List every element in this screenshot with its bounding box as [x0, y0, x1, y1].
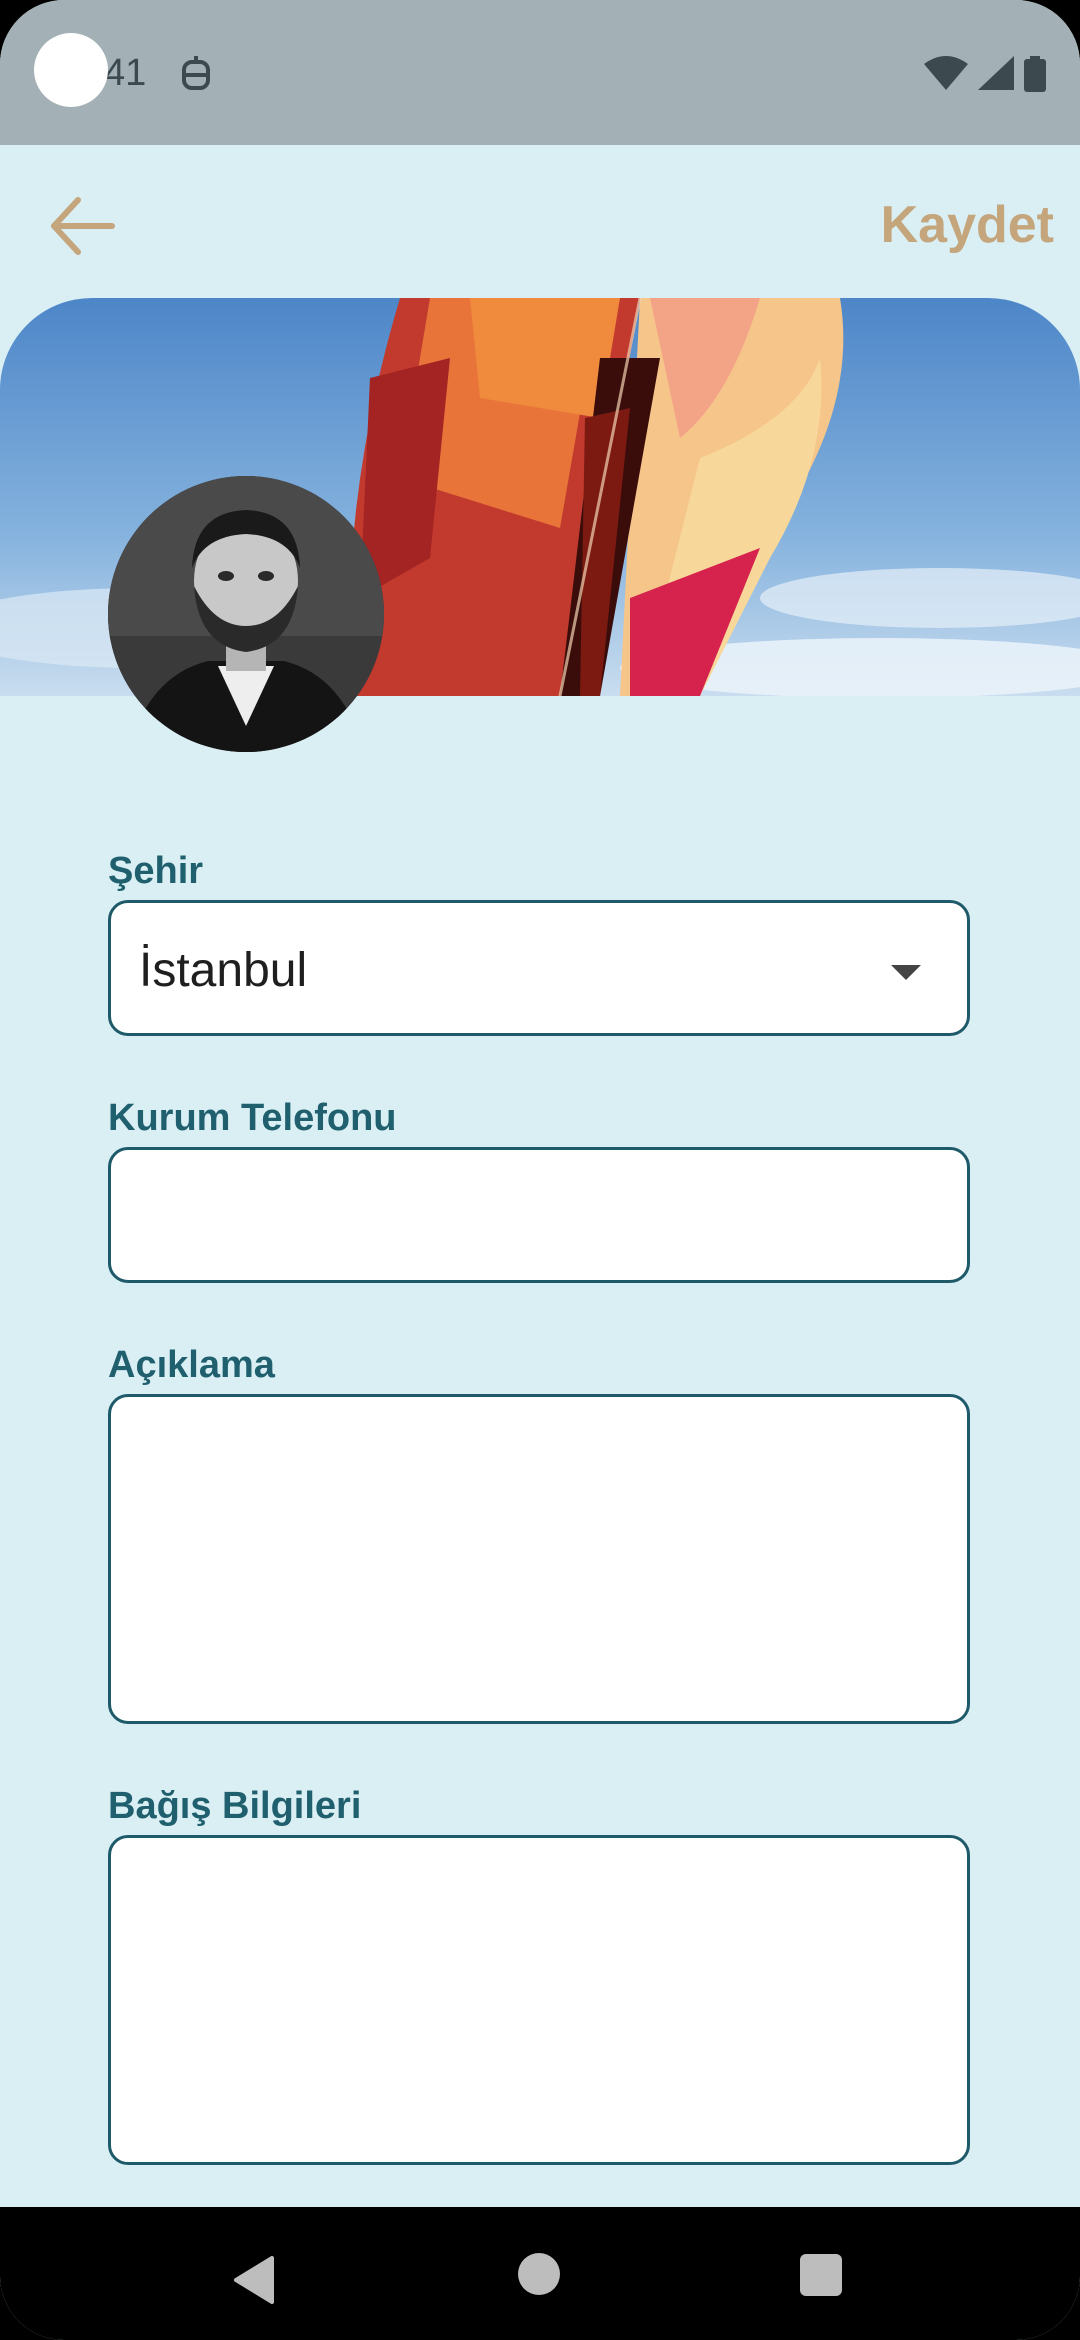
phone-label: Kurum Telefonu	[108, 1097, 397, 1139]
nav-home-icon[interactable]	[518, 2253, 560, 2295]
city-select[interactable]: İstanbul	[108, 900, 970, 1036]
nav-recents-icon[interactable]	[800, 2254, 842, 2296]
camera-cutout	[34, 33, 108, 107]
city-value: İstanbul	[139, 944, 308, 997]
back-button[interactable]	[42, 188, 122, 268]
description-label: Açıklama	[108, 1344, 275, 1386]
city-label: Şehir	[108, 850, 204, 892]
nav-back-icon[interactable]	[232, 2256, 276, 2309]
description-input[interactable]	[108, 1394, 970, 1724]
status-bar: 41	[0, 0, 1080, 145]
save-button[interactable]: Kaydet	[881, 190, 1054, 260]
chevron-down-icon	[891, 965, 921, 980]
battery-icon	[1024, 56, 1046, 97]
status-icons	[924, 56, 1046, 97]
wifi-icon	[924, 56, 968, 97]
phone-input[interactable]	[108, 1147, 970, 1283]
cellular-icon	[978, 56, 1014, 97]
status-time: 41	[104, 52, 147, 94]
screen: 41 Kaydet Şehir İstanbul Kurum Telefonu …	[0, 0, 1080, 2340]
donation-input[interactable]	[108, 1835, 970, 2165]
notification-icon	[180, 56, 212, 99]
avatar[interactable]	[108, 476, 384, 752]
donation-label: Bağış Bilgileri	[108, 1785, 362, 1827]
arrow-left-icon	[48, 196, 116, 261]
